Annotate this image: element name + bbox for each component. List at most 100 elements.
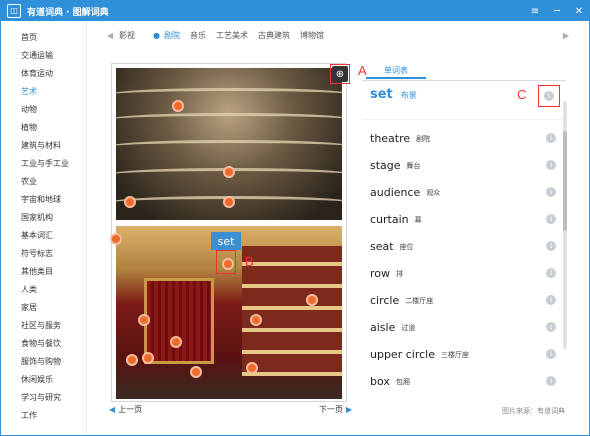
minimize-button[interactable]: ─	[551, 6, 563, 17]
info-icon[interactable]: i	[546, 295, 556, 305]
sidebar-item[interactable]: 社区与服务	[1, 317, 86, 335]
subnav-item-film[interactable]: 影视	[119, 30, 135, 41]
info-icon[interactable]: i	[546, 187, 556, 197]
info-icon[interactable]: i	[546, 349, 556, 359]
callout-box-b	[216, 250, 236, 274]
word-english: curtain	[370, 213, 409, 226]
word-list-item[interactable]: row 排 i	[362, 260, 566, 287]
sidebar-item[interactable]: 休闲娱乐	[1, 371, 86, 389]
word-chinese: 二楼厅座	[405, 296, 434, 305]
sidebar-item[interactable]: 交通运输	[1, 47, 86, 65]
hotspot-left-edge[interactable]	[110, 233, 122, 245]
sidebar-item[interactable]: 人类	[1, 281, 86, 299]
word-list-scrollbar-thumb[interactable]	[563, 131, 567, 231]
word-chinese: 包厢	[395, 377, 410, 386]
hotspot-circle-lower[interactable]	[306, 294, 318, 306]
hotspot-box[interactable]	[124, 196, 136, 208]
window-controls: ≡ ─ ✕	[529, 1, 585, 21]
word-list-item[interactable]: stage 舞台 i	[362, 152, 566, 179]
sidebar-item[interactable]: 首页	[1, 29, 86, 47]
sidebar-item[interactable]: 工作	[1, 407, 86, 425]
sidebar-item[interactable]: 农业	[1, 173, 86, 191]
callout-box-a	[330, 64, 350, 84]
image-source-note: 图片来源：有道词典	[502, 407, 565, 415]
sidebar-item[interactable]: 体育运动	[1, 65, 86, 83]
prev-page-button[interactable]: ◀ 上一页	[109, 404, 142, 415]
subcategory-nav: ◀ 影视 ● 剧院 音乐 工艺美术 古典建筑 博物馆 ▶	[87, 21, 589, 49]
sidebar-item[interactable]: 国家机构	[1, 209, 86, 227]
sidebar-item[interactable]: 植物	[1, 119, 86, 137]
word-chinese: 幕	[414, 215, 422, 224]
word-english: upper circle	[370, 348, 435, 361]
sidebar-item[interactable]: 符号标志	[1, 245, 86, 263]
word-list-item[interactable]: seat 座位 i	[362, 233, 566, 260]
tab-word-list[interactable]: 单词表	[366, 63, 426, 79]
sidebar-item[interactable]: 食物与餐饮	[1, 335, 86, 353]
next-page-icon: ▶	[346, 405, 353, 414]
subnav-item-crafts[interactable]: 工艺美术	[216, 30, 248, 41]
word-chinese: 舞台	[406, 161, 421, 170]
word-english: circle	[370, 294, 400, 307]
nav-right-arrow-icon[interactable]: ▶	[563, 31, 569, 40]
info-icon[interactable]: i	[546, 133, 556, 143]
hotspot-stage[interactable]	[138, 314, 150, 326]
sidebar-item[interactable]: 学习与研究	[1, 389, 86, 407]
info-icon[interactable]: i	[546, 241, 556, 251]
prev-page-label: 上一页	[118, 405, 143, 414]
app-window: ◫ 有道词典 · 图解词典 ≡ ─ ✕ 首页 交通运输 体育运动 艺术 动物 植物 建筑与材…	[0, 0, 590, 436]
hotspot-seat[interactable]	[142, 352, 154, 364]
close-button[interactable]: ✕	[573, 6, 585, 17]
headword[interactable]: set 布景	[370, 87, 417, 102]
sidebar-item[interactable]: 建筑与材料	[1, 137, 86, 155]
info-icon[interactable]: i	[546, 214, 556, 224]
info-icon[interactable]: i	[546, 376, 556, 386]
word-list-item[interactable]: curtain 幕 i	[362, 206, 566, 233]
subnav-item-music[interactable]: 音乐	[190, 30, 206, 41]
next-page-button[interactable]: 下一页 ▶	[319, 404, 352, 415]
word-english: theatre	[370, 132, 411, 145]
hotspot-upper-circle[interactable]	[223, 196, 235, 208]
category-sidebar: 首页 交通运输 体育运动 艺术 动物 植物 建筑与材料 工业与手工业 农业 宇宙和地球 国家机构 基本…	[1, 21, 87, 435]
menu-button[interactable]: ≡	[529, 6, 541, 17]
word-list-item[interactable]: box 包厢 i	[362, 368, 566, 395]
sidebar-item[interactable]: 服饰与购物	[1, 353, 86, 371]
word-english: aisle	[370, 321, 396, 334]
word-list-item[interactable]: upper circle 三楼厅座 i	[362, 341, 566, 368]
word-chinese: 过道	[401, 323, 416, 332]
info-icon[interactable]: i	[546, 160, 556, 170]
dictionary-app-icon: ◫	[7, 4, 21, 18]
subnav-item-museum[interactable]: 博物馆	[300, 30, 324, 41]
info-icon[interactable]: i	[546, 268, 556, 278]
sidebar-item[interactable]: 艺术	[1, 83, 86, 101]
info-icon[interactable]: i	[546, 322, 556, 332]
subnav-item-theatre[interactable]: 剧院	[164, 30, 180, 41]
hotspot-curtain[interactable]	[250, 314, 262, 326]
hotspot-row[interactable]	[190, 366, 202, 378]
title-bar: ◫ 有道词典 · 图解词典 ≡ ─ ✕	[1, 1, 589, 21]
word-chinese: 排	[396, 269, 404, 278]
hotspot-seat-2[interactable]	[126, 354, 138, 366]
nav-left-arrow-icon[interactable]: ◀	[107, 31, 115, 40]
word-chinese: 座位	[399, 242, 414, 251]
word-list-item[interactable]: audience 观众 i	[362, 179, 566, 206]
subnav-item-classical-architecture[interactable]: 古典建筑	[258, 30, 290, 41]
theatre-boxes	[242, 246, 342, 376]
word-list-item[interactable]: circle 二楼厅座 i	[362, 287, 566, 314]
word-list-item[interactable]: aisle 过道 i	[362, 314, 566, 341]
sidebar-item[interactable]: 工业与手工业	[1, 155, 86, 173]
word-english: stage	[370, 159, 401, 172]
callout-box-c	[538, 85, 560, 107]
sidebar-item[interactable]: 家居	[1, 299, 86, 317]
hotspot-tag-set[interactable]: set	[211, 232, 241, 250]
sidebar-item[interactable]: 基本词汇	[1, 227, 86, 245]
hotspot-aisle[interactable]	[170, 336, 182, 348]
hotspot-circle[interactable]	[223, 166, 235, 178]
word-list-item[interactable]: theatre 剧院 i	[362, 125, 566, 152]
sidebar-item[interactable]: 宇宙和地球	[1, 191, 86, 209]
word-english: box	[370, 375, 390, 388]
hotspot-audience[interactable]	[246, 362, 258, 374]
tab-divider	[362, 80, 566, 81]
sidebar-item[interactable]: 动物	[1, 101, 86, 119]
sidebar-item[interactable]: 其他类目	[1, 263, 86, 281]
hotspot-theatre[interactable]	[172, 100, 184, 112]
